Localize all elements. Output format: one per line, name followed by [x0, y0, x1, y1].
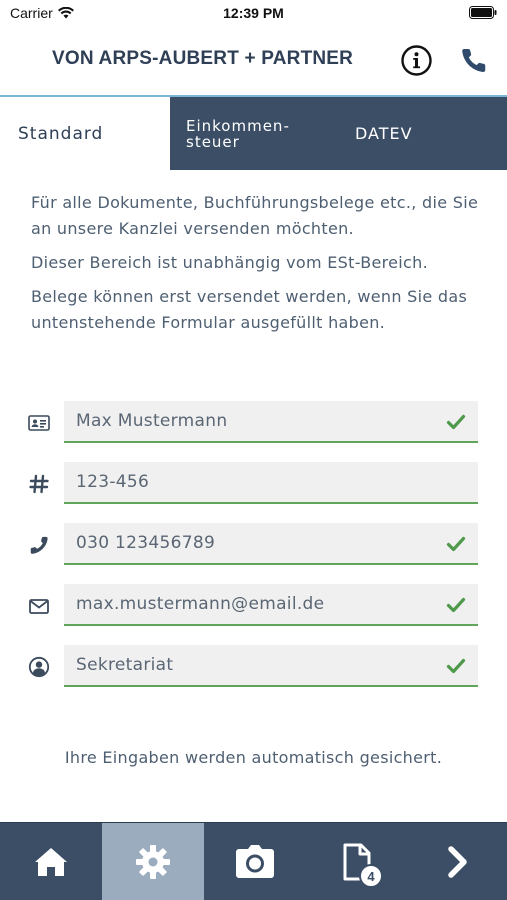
phone-field[interactable] [64, 523, 478, 565]
nav-documents[interactable]: 4 [306, 823, 408, 900]
phone-icon [30, 536, 48, 554]
autosave-note: Ihre Eingaben werden automatisch gesiche… [64, 748, 443, 767]
name-field-row [0, 401, 507, 443]
nav-home[interactable] [0, 823, 102, 900]
user-circle-icon [28, 656, 50, 678]
intro-paragraph-3: Belege können erst versendet werden, wen… [31, 287, 468, 332]
check-icon [446, 414, 466, 430]
phone-icon[interactable] [459, 45, 489, 75]
tab-einkommensteuer[interactable]: Einkommen- steuer [186, 97, 336, 170]
name-field[interactable] [64, 401, 478, 443]
role-input[interactable] [64, 645, 424, 685]
id-card-icon [28, 415, 50, 431]
email-input[interactable] [64, 584, 424, 624]
chevron-right-icon [447, 846, 467, 878]
intro-paragraph-1: Für alle Dokumente, Buchführungsbelege e… [31, 193, 479, 238]
brand-title: VON ARPS-AUBERT + PARTNER [52, 48, 354, 69]
email-field[interactable] [64, 584, 478, 626]
camera-icon [236, 845, 274, 878]
check-icon [446, 658, 466, 674]
intro-paragraph-2: Dieser Bereich ist unabhängig vom ESt-Be… [31, 253, 428, 272]
role-field-row [0, 645, 507, 687]
app-header: VON ARPS-AUBERT + PARTNER [0, 26, 507, 95]
number-field-row [0, 462, 507, 504]
intro-text: Für alle Dokumente, Buchführungsbelege e… [31, 190, 481, 344]
email-field-row [0, 584, 507, 626]
tab-bar: Standard Einkommen- steuer DATEV [0, 95, 507, 170]
tab-standard[interactable]: Standard [0, 97, 170, 170]
status-bar: Carrier 12:39 PM [0, 0, 507, 26]
check-icon [446, 597, 466, 613]
number-field[interactable] [64, 462, 478, 504]
info-icon[interactable] [401, 45, 432, 76]
home-icon [35, 848, 67, 876]
battery-icon [469, 6, 497, 19]
document-count-badge: 4 [359, 864, 383, 888]
bottom-nav: 4 [0, 822, 507, 900]
nav-settings[interactable] [102, 823, 204, 900]
tab-datev[interactable]: DATEV [355, 97, 455, 170]
role-field[interactable] [64, 645, 478, 687]
envelope-icon [29, 599, 49, 614]
status-time: 12:39 PM [223, 5, 284, 21]
name-input[interactable] [64, 401, 424, 441]
phone-field-row [0, 523, 507, 565]
check-icon [446, 536, 466, 552]
nav-camera[interactable] [204, 823, 306, 900]
number-input[interactable] [64, 462, 424, 502]
nav-next[interactable] [408, 823, 507, 900]
phone-input[interactable] [64, 523, 424, 563]
hash-icon [29, 474, 49, 494]
gear-icon [136, 845, 170, 879]
